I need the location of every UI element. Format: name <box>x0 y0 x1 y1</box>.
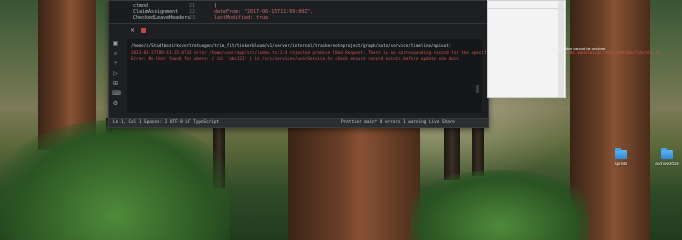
code-line[interactable]: lastModified: true <box>214 15 268 21</box>
files-icon[interactable]: ▣ <box>112 41 119 47</box>
search-icon[interactable]: ⌕ <box>112 51 119 57</box>
folder-icon <box>661 148 673 159</box>
desktop-folder-archive[interactable]: archive2019 <box>655 148 679 166</box>
terminal-line: Error: No User found for where: { id: 'a… <box>131 56 459 61</box>
terminal-icon[interactable]: ⌨ <box>112 91 121 97</box>
code-editor-window: ctmod ClaimAssignment CheckedLeaveHeader… <box>108 0 660 128</box>
terminal-line: /home/s/Stadtbezirksvertretungen/trim_fi… <box>131 43 452 48</box>
close-icon[interactable]: × <box>130 27 135 34</box>
desktop-icon-label: sprints <box>614 161 628 166</box>
settings-icon[interactable]: ⚙ <box>112 101 119 107</box>
fern-left <box>0 120 230 240</box>
dialog-divider <box>488 8 565 9</box>
desktop-folder-sprints[interactable]: sprints <box>609 148 633 166</box>
terminal-tab-icon[interactable] <box>141 28 146 33</box>
terminal-scrollbar[interactable] <box>476 85 479 93</box>
line-number: 23 <box>189 15 196 21</box>
desktop-icon-label: archive2019 <box>655 161 679 166</box>
status-left[interactable]: Ln 1, Col 1 Spaces: 2 UTF-8 LF TypeScrip… <box>113 120 219 125</box>
debug-icon[interactable]: ▷ <box>112 71 119 77</box>
folder-icon <box>615 148 627 159</box>
fern-right <box>410 170 590 240</box>
status-bar: Ln 1, Col 1 Spaces: 2 UTF-8 LF TypeScrip… <box>109 118 488 127</box>
file-explorer: ctmod ClaimAssignment CheckedLeaveHeader… <box>109 1 193 23</box>
file-tree-item[interactable]: CheckedLeaveHeaders <box>133 15 190 21</box>
extensions-icon[interactable]: ⊞ <box>112 81 119 87</box>
dialog-message: Are you sure you want to continue? This … <box>489 46 607 51</box>
panel-divider <box>109 23 488 24</box>
terminal-output[interactable]: /home/s/Stadtbezirksvertretungen/trim_fi… <box>127 39 660 113</box>
source-control-icon[interactable]: ⑂ <box>112 61 119 67</box>
status-right[interactable]: Prettier main* 0 errors 1 warning Live S… <box>341 120 455 125</box>
activity-bar: ▣ ⌕ ⑂ ▷ ⊞ ⌨ ⚙ <box>109 37 123 117</box>
terminal-panel-tabs: × <box>127 26 482 36</box>
tree-trunk-center <box>288 118 420 240</box>
